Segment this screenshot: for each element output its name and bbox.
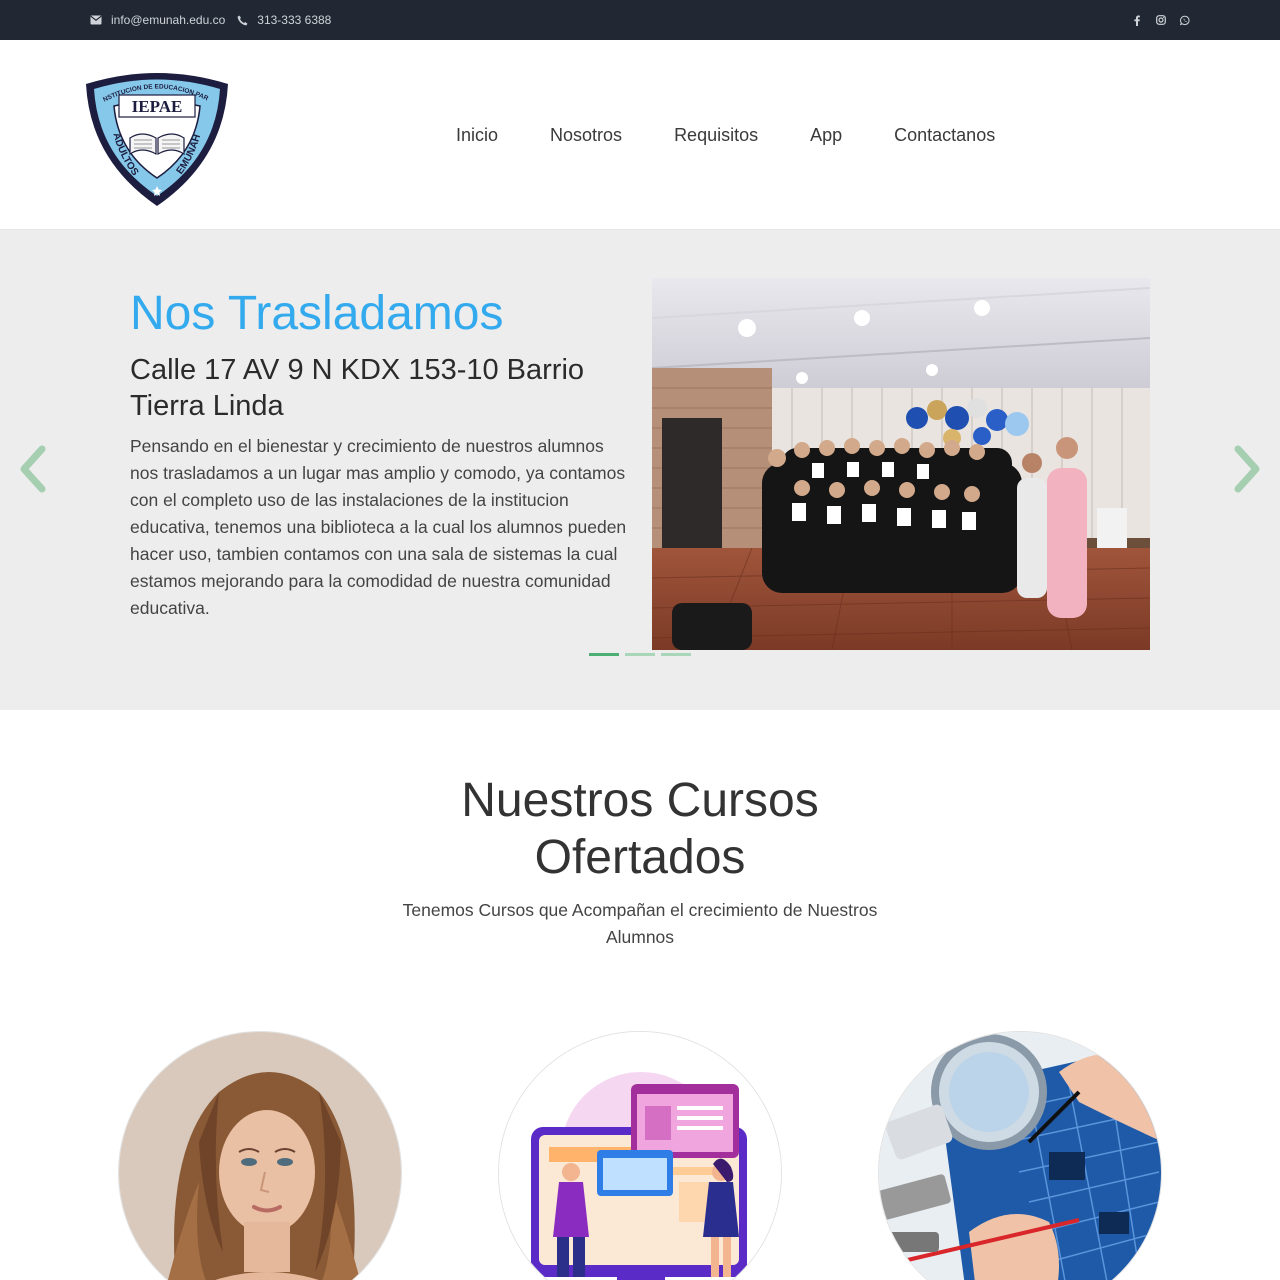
phone-icon: [237, 15, 248, 25]
slider-dot-1[interactable]: [589, 653, 619, 656]
nav-requisitos[interactable]: Requisitos: [648, 125, 784, 146]
logo-name-text: IEPAE: [132, 97, 183, 116]
site-logo[interactable]: IEPAE INSTITUCION DE EDUCACION PARA ADUL…: [82, 63, 230, 208]
main-nav: Inicio Nosotros Requisitos App Contactan…: [430, 40, 1021, 230]
phone-text[interactable]: 313-333 6388: [257, 13, 331, 27]
hero-slider: Nos Trasladamos Calle 17 AV 9 N KDX 153-…: [0, 230, 1280, 710]
nav-app[interactable]: App: [784, 125, 868, 146]
phone-item[interactable]: 313-333 6388: [237, 13, 331, 27]
slide-subtitle: Calle 17 AV 9 N KDX 153-10 Barrio Tierra…: [130, 354, 585, 422]
courses-subtitle: Tenemos Cursos que Acompañan el crecimie…: [402, 900, 878, 947]
graduation-photo: [652, 278, 1150, 650]
top-bar: info@emunah.edu.co 313-333 6388: [0, 0, 1280, 40]
course-web-design-image[interactable]: [498, 1031, 782, 1280]
contact-info: info@emunah.edu.co 313-333 6388: [90, 0, 331, 40]
chevron-right-icon: [1234, 445, 1260, 493]
slider-prev-button[interactable]: [16, 445, 50, 493]
nav-nosotros[interactable]: Nosotros: [524, 125, 648, 146]
social-links: [1132, 0, 1190, 40]
site-header: IEPAE INSTITUCION DE EDUCACION PARA ADUL…: [0, 40, 1280, 230]
envelope-icon: [90, 15, 102, 25]
slider-indicators: [589, 653, 691, 656]
instagram-icon[interactable]: [1156, 14, 1166, 26]
email-item[interactable]: info@emunah.edu.co: [90, 13, 225, 27]
chevron-left-icon: [20, 445, 46, 493]
nav-inicio[interactable]: Inicio: [430, 125, 524, 146]
slide-description: Pensando en el bienestar y crecimiento d…: [130, 436, 627, 618]
email-text[interactable]: info@emunah.edu.co: [111, 13, 225, 27]
slider-dot-3[interactable]: [661, 653, 691, 656]
course-beauty-image[interactable]: [118, 1031, 402, 1280]
slider-next-button[interactable]: [1230, 445, 1264, 493]
nav-contactanos[interactable]: Contactanos: [868, 125, 1021, 146]
courses-title: Nuestros Cursos Ofertados: [461, 774, 819, 884]
course-electronics-image[interactable]: [878, 1031, 1162, 1280]
facebook-icon[interactable]: [1132, 14, 1142, 26]
slide-title: Nos Trasladamos: [130, 287, 504, 340]
slider-dot-2[interactable]: [625, 653, 655, 656]
whatsapp-icon[interactable]: [1180, 14, 1190, 26]
